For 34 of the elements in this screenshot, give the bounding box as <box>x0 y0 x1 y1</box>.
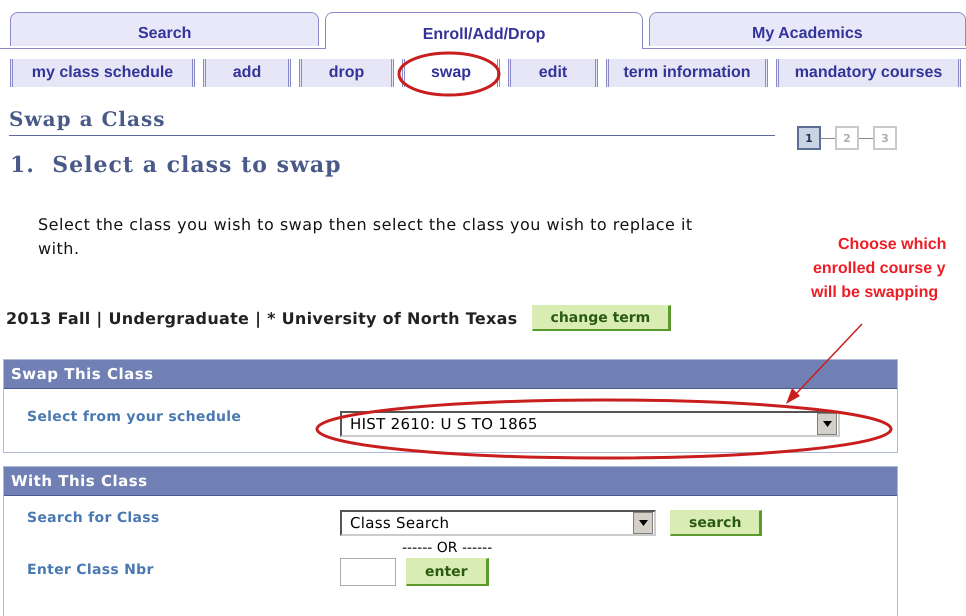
change-term-button[interactable]: change term <box>532 305 672 331</box>
nav-tab[interactable]: My Academics <box>648 12 966 46</box>
callout-text: Choose which <box>838 236 946 254</box>
step-indicator: 1 <box>797 126 821 150</box>
subnav-tab[interactable]: mandatory courses <box>776 59 961 87</box>
subnav-tab[interactable]: my class schedule <box>10 59 195 87</box>
enter-button[interactable]: enter <box>406 558 489 586</box>
instructions-text: Select the class you wish to swap then select the class you wish to replace it with. <box>38 214 694 260</box>
nav-tab[interactable]: Enroll/Add/Drop <box>325 12 643 49</box>
dropdown-arrow-icon <box>638 520 648 526</box>
callout-text: will be swapping <box>811 284 938 302</box>
section-heading: 1. Select a class to swap <box>10 152 342 178</box>
callout-text: enrolled course y <box>813 260 946 278</box>
panel-header: With This Class <box>4 467 897 496</box>
field-label: Select from your schedule <box>26 409 242 425</box>
step-indicator: 2 <box>835 126 859 150</box>
search-button[interactable]: search <box>670 510 762 536</box>
field-label: Enter Class Nbr <box>26 562 155 578</box>
page-title: Swap a Class <box>9 107 166 131</box>
class-search-dropdown[interactable]: Class Search <box>340 510 656 536</box>
subnav-tab[interactable]: add <box>203 59 291 87</box>
subnav-tab[interactable]: swap <box>402 59 500 87</box>
or-separator: ------ OR ------ <box>402 540 494 556</box>
nav-tab[interactable]: Search <box>10 12 320 46</box>
term-info: 2013 Fall | Undergraduate | * University of North Texas <box>6 308 518 328</box>
dropdown-arrow-icon <box>822 421 832 427</box>
subnav-tab[interactable]: term information <box>606 59 768 87</box>
subnav-tab[interactable]: edit <box>508 59 598 87</box>
subnav-tab[interactable]: drop <box>299 59 394 87</box>
schedule-dropdown[interactable]: HIST 2610: U S TO 1865 <box>340 411 840 437</box>
class-number-field[interactable] <box>340 558 396 586</box>
panel-header: Swap This Class <box>4 360 897 389</box>
step-indicator: 3 <box>873 126 897 150</box>
field-label: Search for Class <box>26 510 161 526</box>
